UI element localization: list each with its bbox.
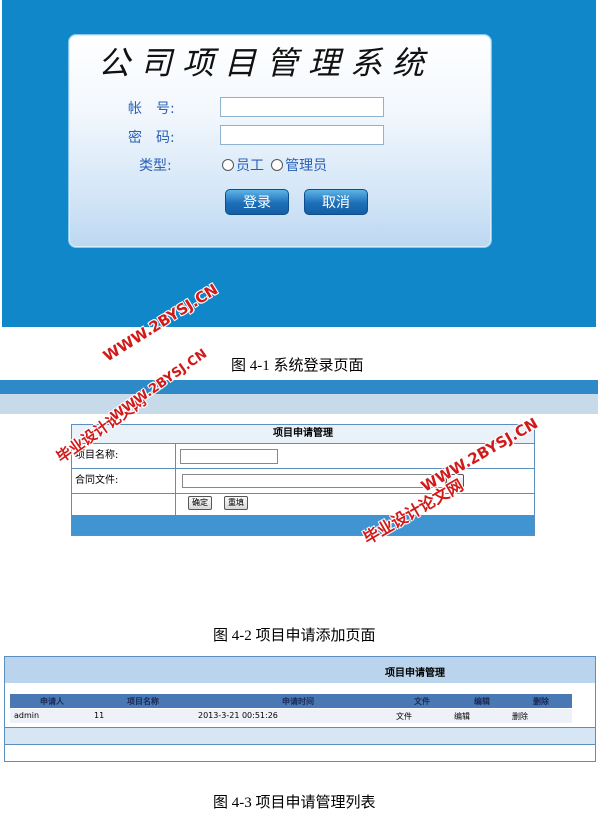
form-row-actions: 确定 重填 — [72, 493, 534, 515]
project-name-input[interactable] — [180, 449, 278, 464]
form-title: 项目申请管理 — [72, 425, 534, 444]
figure2-caption: 图 4-2 项目申请添加页面 — [213, 628, 376, 644]
file-link[interactable]: 文件 — [396, 711, 412, 722]
type-label: 类型: — [139, 158, 172, 174]
contract-file-label: 合同文件: — [72, 469, 176, 493]
application-form-table: 项目申请管理 项目名称: 合同文件: 确定 重填 — [71, 424, 535, 536]
radio-admin[interactable] — [271, 159, 284, 171]
reset-button[interactable]: 重填 — [224, 496, 248, 510]
account-label: 帐 号: — [128, 101, 175, 117]
application-list-panel: 项目申请管理 申请人 项目名称 申请时间 文件 编辑 删除 admin 11 2… — [4, 656, 596, 762]
col-project-name: 项目名称 — [127, 697, 159, 706]
col-edit: 编辑 — [474, 697, 490, 706]
system-title: 公司项目管理系统 — [98, 44, 435, 82]
cell-applicant: admin — [14, 711, 40, 720]
col-file: 文件 — [414, 697, 430, 706]
password-input[interactable] — [220, 125, 384, 145]
contract-file-input[interactable] — [182, 474, 446, 488]
form-footer — [72, 515, 534, 535]
password-label: 密 码: — [128, 130, 175, 146]
figure1-caption: 图 4-1 系统登录页面 — [231, 358, 364, 374]
col-applicant: 申请人 — [40, 697, 64, 706]
cancel-button[interactable]: 取消 — [304, 189, 368, 215]
account-input[interactable] — [220, 97, 384, 117]
radio-employee[interactable] — [222, 159, 234, 171]
option-employee-label: 员工 — [236, 158, 264, 174]
edit-link[interactable]: 编辑 — [454, 711, 470, 722]
list-header-row: 申请人 项目名称 申请时间 文件 编辑 删除 — [10, 694, 572, 708]
login-button[interactable]: 登录 — [225, 189, 289, 215]
cell-apply-time: 2013-3-21 00:51:26 — [198, 711, 278, 720]
list-title: 项目申请管理 — [385, 668, 445, 679]
cell-project-name: 11 — [94, 711, 105, 720]
option-admin-label: 管理员 — [285, 158, 328, 174]
col-apply-time: 申请时间 — [282, 697, 314, 706]
table-row: admin 11 2013-3-21 00:51:26 文件 编辑 删除 — [10, 709, 572, 723]
actions-label-cell — [72, 493, 176, 515]
list-footer — [5, 727, 595, 745]
header-subband — [0, 394, 598, 414]
delete-link[interactable]: 删除 — [512, 711, 528, 722]
list-title-bar: 项目申请管理 — [5, 657, 595, 683]
figure3-caption: 图 4-3 项目申请管理列表 — [213, 795, 376, 811]
type-radio-group: 员工 管理员 — [222, 155, 327, 175]
col-delete: 删除 — [533, 697, 549, 706]
header-band — [0, 380, 598, 394]
confirm-button[interactable]: 确定 — [188, 496, 212, 510]
